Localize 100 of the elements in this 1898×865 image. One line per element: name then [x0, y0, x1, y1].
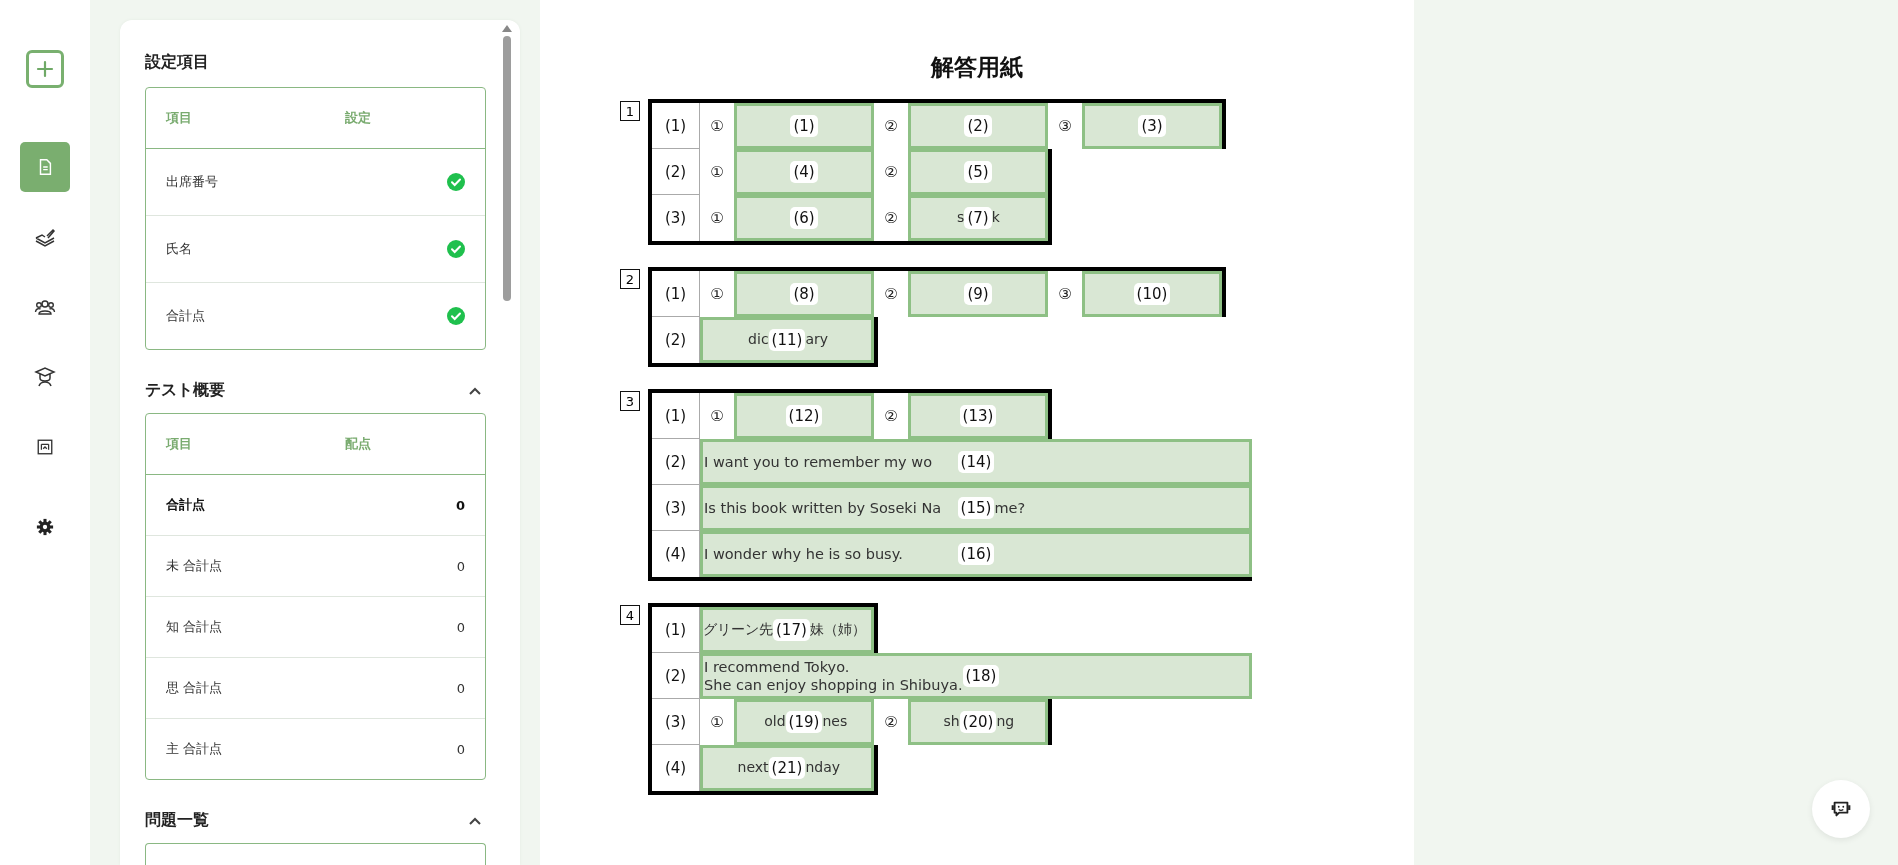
- graduation-cap-icon: [34, 366, 56, 388]
- answer-number: (18): [962, 665, 1000, 687]
- answer-text: She can enjoy shopping in Shibuya.: [704, 676, 963, 695]
- column-header: 配点: [345, 435, 373, 453]
- answer-number: (17): [773, 619, 810, 641]
- table-cell: 思 合計点: [166, 679, 223, 697]
- table-cell: 主 合計点: [166, 740, 223, 758]
- answer-box[interactable]: I wonder why he is so busy. (16): [700, 531, 1252, 577]
- answer-text: I recommend Tokyo.: [704, 657, 850, 676]
- answer-number: (8): [790, 283, 818, 305]
- answer-box[interactable]: next (21) nday: [700, 745, 874, 791]
- answer-text: next: [737, 759, 769, 777]
- question-number: 1: [620, 101, 640, 121]
- answer-box[interactable]: I recommend Tokyo. She can enjoy shopping in Shibuya. (18): [700, 653, 1252, 699]
- chevron-up-icon[interactable]: [468, 385, 482, 396]
- table-cell: 0: [455, 497, 465, 513]
- table-cell: 0: [456, 741, 465, 757]
- table-cell: 出席番号: [166, 173, 218, 191]
- answer-box[interactable]: (9): [908, 271, 1048, 317]
- answer-text: sh: [943, 713, 960, 731]
- chat-button[interactable]: [1812, 780, 1870, 838]
- table-cell: 0: [456, 558, 465, 574]
- answer-text: nes: [822, 713, 848, 731]
- answer-number: (19): [785, 711, 823, 733]
- table-cell: 知 合計点: [166, 618, 223, 636]
- answer-box[interactable]: Is this book written by Soseki Na (15) me?: [700, 485, 1252, 531]
- answer-number: (16): [957, 543, 995, 565]
- answer-box[interactable]: (5): [908, 149, 1048, 195]
- scroll-up-icon[interactable]: [502, 24, 512, 32]
- answer-box[interactable]: (8): [734, 271, 874, 317]
- add-button[interactable]: [26, 50, 64, 88]
- answer-number: (11): [768, 329, 806, 351]
- check-icon[interactable]: [447, 173, 465, 191]
- answer-text: s: [957, 209, 965, 227]
- answer-number: (6): [790, 207, 818, 229]
- column-header: 設定: [345, 109, 373, 127]
- column-header: 項目: [166, 109, 193, 127]
- column-header: 項目: [166, 435, 193, 453]
- answer-number: (10): [1133, 283, 1171, 305]
- table-cell: 0: [456, 680, 465, 696]
- answer-number: (14): [957, 451, 995, 473]
- answer-number: (1): [790, 115, 818, 137]
- question-number: 3: [620, 391, 640, 411]
- section-heading: 設定項目: [145, 52, 210, 73]
- answer-box[interactable]: sh (20) ng: [908, 699, 1048, 745]
- answer-number: (2): [964, 115, 992, 137]
- answer-text: ng: [996, 713, 1015, 731]
- answer-text: k: [991, 209, 1000, 227]
- book-pen-icon: [34, 227, 56, 247]
- answer-box[interactable]: (3): [1082, 103, 1222, 149]
- question-number: 4: [620, 605, 640, 625]
- table-cell: 合計点: [166, 307, 205, 325]
- answer-box[interactable]: (4): [734, 149, 874, 195]
- answer-box[interactable]: dic (11) ary: [700, 317, 874, 363]
- answer-text: me?: [994, 498, 1026, 518]
- answer-number: (9): [964, 283, 992, 305]
- answer-box[interactable]: I want you to remember my wo (14): [700, 439, 1252, 485]
- answer-number: (5): [964, 161, 992, 183]
- table-cell: 合計点: [166, 496, 205, 514]
- answer-box[interactable]: old (19) nes: [734, 699, 874, 745]
- frame-icon: [36, 438, 54, 456]
- table-cell: 未 合計点: [166, 557, 223, 575]
- check-icon[interactable]: [447, 307, 465, 325]
- answer-box[interactable]: (6): [734, 195, 874, 241]
- answer-number: (7): [964, 207, 992, 229]
- group-icon: [34, 297, 56, 317]
- answer-box[interactable]: (10): [1082, 271, 1222, 317]
- answer-number: (21): [768, 757, 806, 779]
- chevron-up-icon[interactable]: [468, 815, 482, 826]
- answer-box[interactable]: (12): [734, 393, 874, 439]
- answer-number: (12): [785, 405, 823, 427]
- answer-number: (3): [1138, 115, 1166, 137]
- answer-number: (15): [957, 497, 995, 519]
- table-cell: 氏名: [166, 240, 192, 258]
- answer-text: ary: [805, 331, 828, 349]
- section-heading: 問題一覧: [145, 810, 209, 831]
- answer-number: (13): [959, 405, 997, 427]
- question-number: 2: [620, 269, 640, 289]
- section-heading: テスト概要: [145, 380, 225, 401]
- answer-box[interactable]: s (7) k: [908, 195, 1048, 241]
- answer-number: (20): [959, 711, 997, 733]
- plus-icon: [35, 59, 55, 79]
- answer-text: dic: [748, 331, 769, 349]
- answer-text: old: [764, 713, 786, 731]
- check-icon[interactable]: [447, 240, 465, 258]
- answer-text: グリーン先: [703, 621, 773, 639]
- answer-text: nday: [805, 759, 840, 777]
- answer-box[interactable]: (1): [734, 103, 874, 149]
- answer-box[interactable]: グリーン先 (17) 妹（姉）: [700, 607, 874, 653]
- answer-number: (4): [790, 161, 818, 183]
- answer-text: I wonder why he is so busy.: [704, 544, 903, 564]
- answer-text: I want you to remember my wo: [704, 452, 932, 472]
- answer-box[interactable]: (13): [908, 393, 1048, 439]
- settings-icon: [36, 518, 54, 536]
- scrollbar-thumb[interactable]: [503, 36, 511, 301]
- answer-box[interactable]: (2): [908, 103, 1048, 149]
- answer-text: 妹（姉）: [809, 621, 866, 639]
- table-cell: 0: [456, 619, 465, 635]
- answer-text: Is this book written by Soseki Na: [704, 498, 942, 518]
- sheet-title: 解答用紙: [929, 53, 1024, 82]
